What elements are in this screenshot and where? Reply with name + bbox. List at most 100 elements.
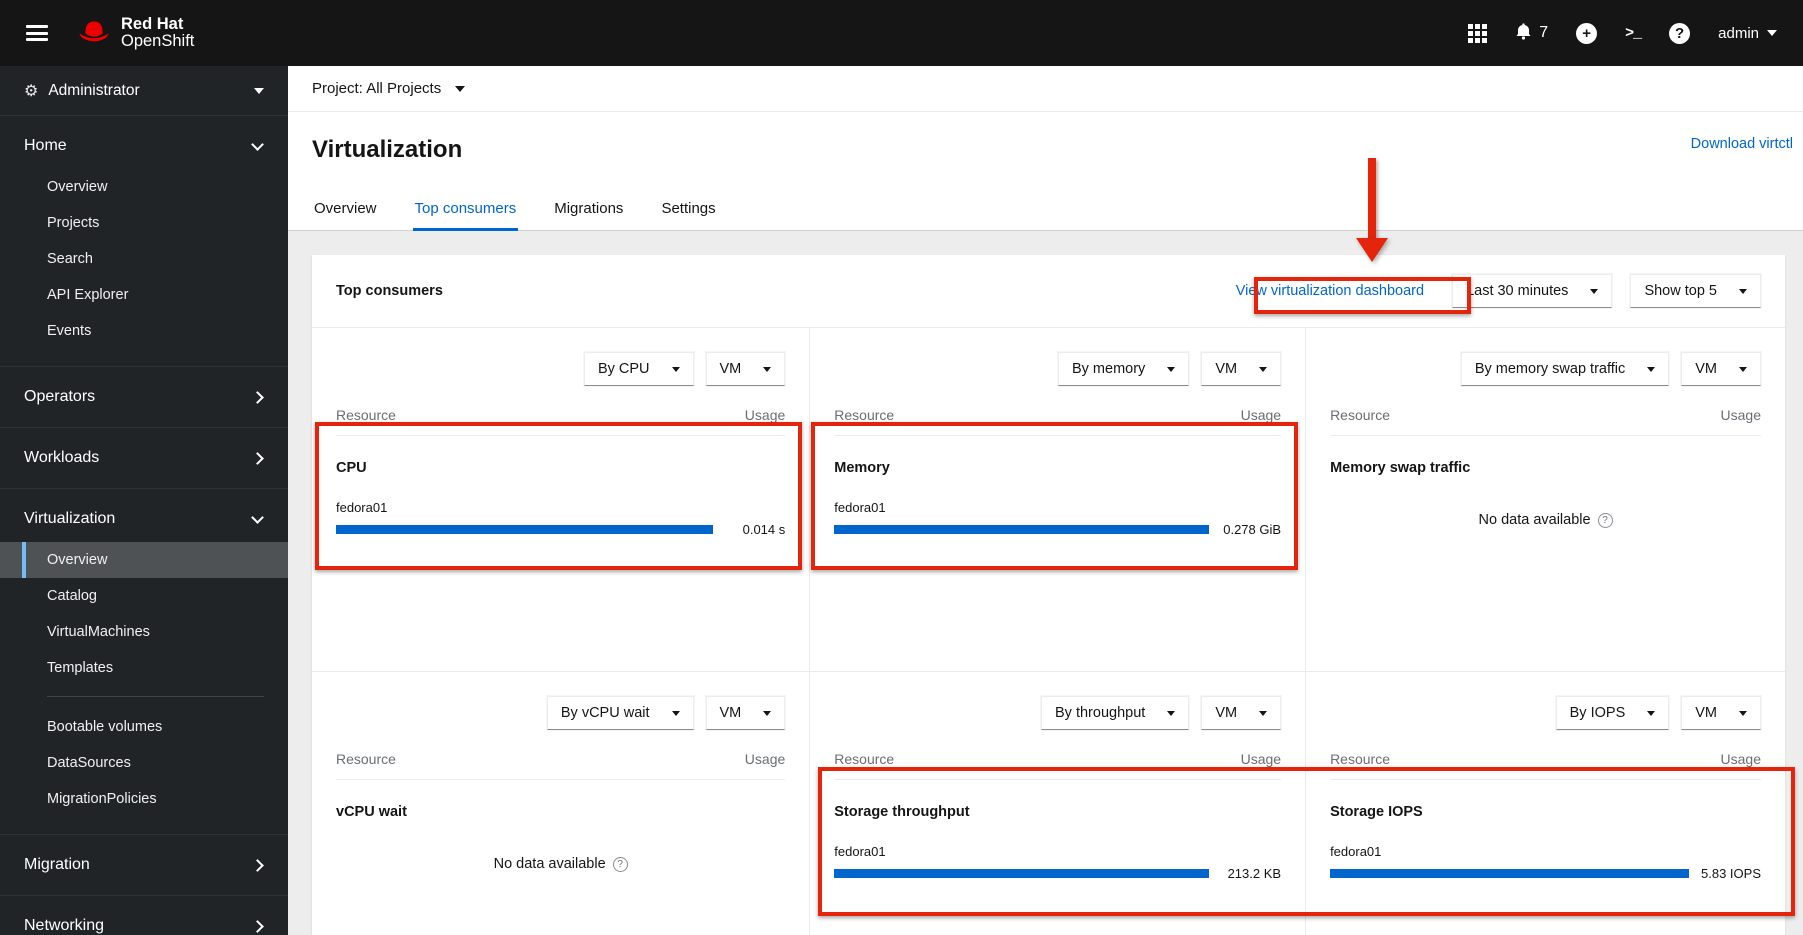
- sidebar-item-projects[interactable]: Projects: [0, 205, 288, 241]
- time-range-value: Last 30 minutes: [1466, 283, 1569, 299]
- sidebar-group-migration[interactable]: Migration: [0, 842, 288, 888]
- chevron-down-icon: [1647, 366, 1656, 372]
- sidebar-group-home[interactable]: Home: [0, 123, 288, 169]
- chevron-down-icon: [1739, 710, 1747, 716]
- show-top-select[interactable]: Show top 5: [1630, 274, 1761, 308]
- sidebar-item-search[interactable]: Search: [0, 241, 288, 277]
- usage-bar-line: 213.2 KB: [834, 866, 1281, 881]
- sidebar-item-api-explorer[interactable]: API Explorer: [0, 277, 288, 313]
- brand-logo[interactable]: Red Hat OpenShift: [76, 14, 194, 51]
- tab-settings[interactable]: Settings: [659, 190, 717, 230]
- panel-body: Memory swap traffic No data available?: [1330, 436, 1761, 528]
- resource-name: fedora01: [1330, 844, 1382, 859]
- user-menu[interactable]: admin: [1718, 25, 1777, 42]
- no-data-text: No data available: [1478, 512, 1591, 528]
- help-tooltip-icon[interactable]: ?: [1597, 512, 1613, 528]
- resource-column-header: Resource: [336, 407, 396, 423]
- resource-name: fedora01: [834, 500, 886, 515]
- sidebar-group-label: Virtualization: [24, 510, 116, 527]
- menu-toggle-icon[interactable]: [26, 25, 48, 41]
- scope-select[interactable]: VM: [1201, 352, 1282, 386]
- metric-select[interactable]: By memory swap traffic: [1460, 352, 1670, 386]
- sidebar-item-datasources[interactable]: DataSources: [0, 745, 288, 781]
- scope-select[interactable]: VM: [705, 696, 786, 730]
- panel-body: Memory fedora01 0.278 GiB: [834, 436, 1281, 537]
- page-title: Virtualization: [312, 136, 463, 163]
- chevron-down-icon: [455, 85, 466, 92]
- scope-select-value: VM: [719, 705, 742, 721]
- resource-name: fedora01: [336, 500, 388, 515]
- brand-line1: Red Hat: [121, 14, 184, 33]
- sidebar-group-operators[interactable]: Operators: [0, 374, 288, 420]
- panel-title: Memory swap traffic: [1330, 460, 1471, 476]
- sidebar-section-workloads: Workloads: [0, 428, 288, 489]
- resource-column-header: Resource: [1330, 407, 1390, 423]
- terminal-icon[interactable]: >_: [1625, 25, 1642, 42]
- panel-column-headers: Resource Usage: [336, 730, 786, 780]
- sidebar-group-virtualization[interactable]: Virtualization: [0, 496, 288, 542]
- help-tooltip-icon[interactable]: ?: [612, 856, 628, 872]
- sidebar-item-migrationpolicies[interactable]: MigrationPolicies: [0, 781, 288, 817]
- sidebar-group-networking[interactable]: Networking: [0, 903, 288, 935]
- download-virtctl-link[interactable]: Download virtctl: [1691, 136, 1793, 152]
- time-range-select[interactable]: Last 30 minutes: [1452, 274, 1613, 308]
- panel-title: Storage throughput: [834, 804, 970, 820]
- sidebar-item-events[interactable]: Events: [0, 313, 288, 349]
- perspective-switcher[interactable]: ⚙ Administrator: [0, 66, 288, 116]
- metric-select[interactable]: By IOPS: [1555, 696, 1670, 730]
- usage-bar-fill: [336, 525, 714, 534]
- scope-select[interactable]: VM: [1201, 696, 1282, 730]
- tab-bar: Overview Top consumers Migrations Settin…: [288, 190, 1803, 231]
- tab-migrations[interactable]: Migrations: [552, 190, 625, 230]
- panel-body: vCPU wait No data available?: [336, 780, 785, 872]
- metric-select[interactable]: By throughput: [1041, 696, 1190, 730]
- metric-select[interactable]: By vCPU wait: [546, 696, 694, 730]
- metric-select[interactable]: By CPU: [583, 352, 694, 386]
- metric-select-value: By memory: [1071, 361, 1146, 377]
- resource-column-header: Resource: [336, 751, 396, 767]
- sidebar-item-overview[interactable]: Overview: [0, 169, 288, 205]
- add-icon[interactable]: +: [1576, 22, 1598, 44]
- metric-select[interactable]: By memory: [1057, 352, 1190, 386]
- top-consumers-card: Top consumers View virtualization dashbo…: [312, 255, 1785, 935]
- notifications-button[interactable]: 7: [1515, 22, 1548, 45]
- metric-select-value: By IOPS: [1569, 705, 1626, 721]
- app-launcher-icon[interactable]: [1468, 23, 1488, 43]
- consumer-panel-storage-throughput: By throughput VM Resource Usage Storage thro…: [809, 671, 1306, 935]
- help-circle-icon[interactable]: ?: [1669, 22, 1691, 44]
- usage-value: 213.2 KB: [1227, 866, 1282, 881]
- project-selector[interactable]: Project: All Projects: [312, 80, 466, 97]
- view-virtualization-dashboard-button[interactable]: View virtualization dashboard: [1226, 277, 1434, 305]
- sidebar-group-workloads[interactable]: Workloads: [0, 435, 288, 481]
- sidebar-item-virtualmachines[interactable]: VirtualMachines: [0, 614, 288, 650]
- consumer-panel-memory-swap-traffic: By memory swap traffic VM Resource Usage Mem…: [1305, 328, 1785, 671]
- chevron-down-icon: [1767, 30, 1777, 36]
- sidebar-nav: ⚙ Administrator Home Overview Projects Sear…: [0, 66, 288, 935]
- consumers-grid: By CPU VM Resource Usage CPU fedora01 0.014 sB…: [312, 328, 1785, 935]
- usage-column-header: Usage: [744, 407, 786, 423]
- sidebar-item-templates[interactable]: Templates: [0, 650, 288, 686]
- sidebar-group-label: Networking: [24, 917, 105, 934]
- sidebar-item-catalog[interactable]: Catalog: [0, 578, 288, 614]
- card-title: Top consumers: [336, 283, 443, 299]
- chevron-down-icon: [254, 88, 264, 94]
- no-data-message: No data available?: [1330, 512, 1761, 528]
- sidebar-item-overview[interactable]: Overview: [0, 542, 288, 578]
- usage-value: 0.014 s: [742, 522, 786, 537]
- scope-select-value: VM: [719, 361, 742, 377]
- nav-divider: [47, 696, 264, 697]
- chevron-down-icon: [1739, 366, 1747, 372]
- tab-top-consumers[interactable]: Top consumers: [412, 190, 519, 231]
- chevron-right-icon: [251, 451, 264, 465]
- sidebar-item-bootable-volumes[interactable]: Bootable volumes: [0, 709, 288, 745]
- scope-select[interactable]: VM: [1681, 352, 1761, 386]
- chevron-down-icon: [251, 510, 264, 524]
- scope-select[interactable]: VM: [705, 352, 786, 386]
- sidebar-section-networking: Networking: [0, 896, 288, 935]
- consumer-row: fedora01 0.014 s: [336, 500, 785, 537]
- panel-body: CPU fedora01 0.014 s: [336, 436, 785, 537]
- scope-select[interactable]: VM: [1681, 696, 1761, 730]
- usage-column-header: Usage: [1720, 751, 1761, 767]
- consumer-row: fedora01 5.83 IOPS: [1330, 844, 1761, 881]
- tab-overview[interactable]: Overview: [312, 190, 379, 230]
